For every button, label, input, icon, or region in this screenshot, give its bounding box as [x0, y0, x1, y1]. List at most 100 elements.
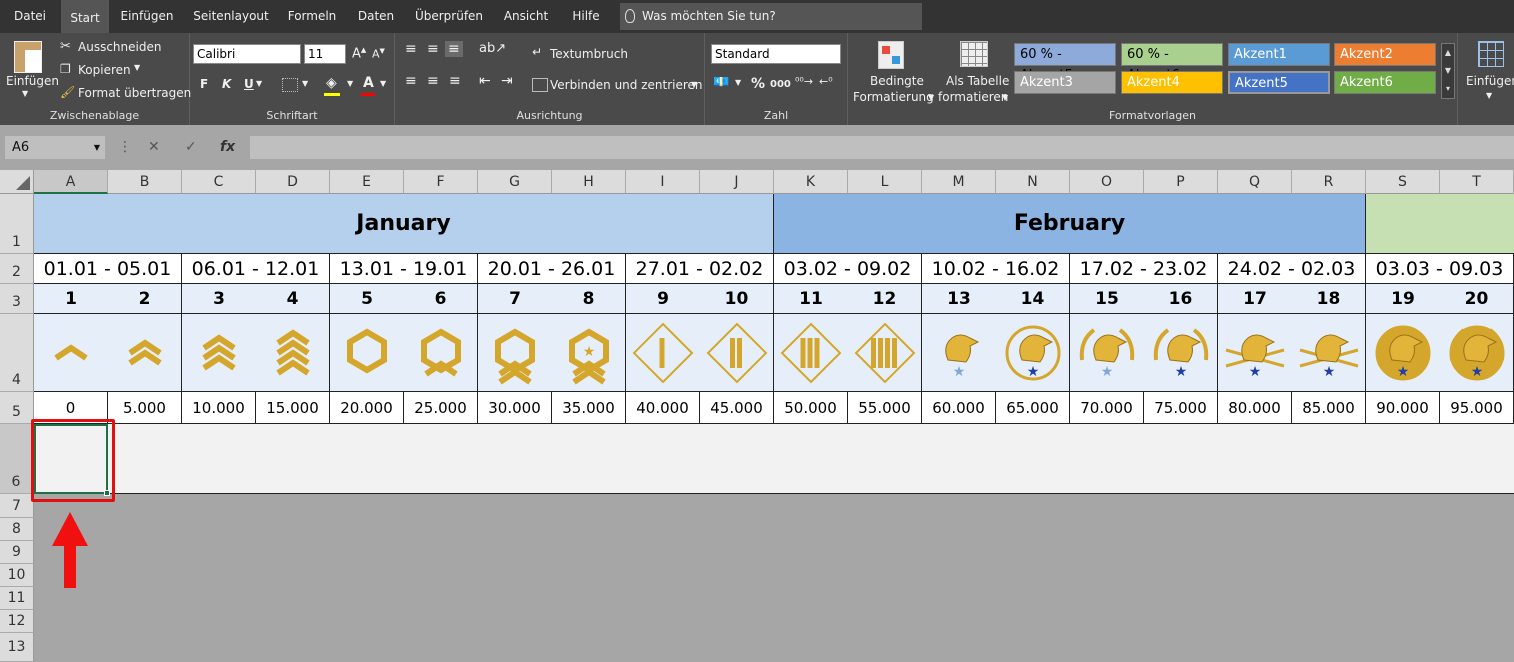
row-header-8[interactable]: 8	[0, 518, 34, 541]
align-right-icon[interactable]: ≡	[449, 73, 461, 89]
orientation-icon[interactable]: ab↗	[479, 41, 506, 56]
insert-cells-button[interactable]: Einfügen	[1466, 74, 1514, 88]
row-header-7[interactable]: 7	[0, 494, 34, 518]
date-range-cell[interactable]: 27.01 - 02.02	[626, 254, 774, 284]
align-top-icon[interactable]: ≡	[405, 41, 417, 57]
rank-number-cell[interactable]: 1	[34, 284, 108, 314]
currency-dropdown-icon[interactable]: ▼	[735, 78, 741, 87]
date-range-cell[interactable]: 03.03 - 09.03	[1366, 254, 1514, 284]
style-60-akzent5[interactable]: 60 % - Akzent5	[1014, 43, 1116, 83]
rank-badge-cell[interactable]: ★	[922, 314, 996, 392]
date-range-cell[interactable]: 03.02 - 09.02	[774, 254, 922, 284]
value-cell[interactable]: 75.000	[1144, 392, 1218, 424]
column-header-e[interactable]: E	[330, 170, 404, 194]
value-cell[interactable]: 40.000	[626, 392, 700, 424]
tab-seitenlayout[interactable]: Seitenlayout	[184, 0, 278, 33]
style-akzent3[interactable]: Akzent3	[1014, 71, 1116, 94]
value-cell[interactable]: 35.000	[552, 392, 626, 424]
row-header-11[interactable]: 11	[0, 587, 34, 610]
date-range-cell[interactable]: 10.02 - 16.02	[922, 254, 1070, 284]
rank-badge-cell[interactable]	[256, 314, 330, 392]
name-box[interactable]: A6 ▼	[5, 136, 105, 159]
month-header-january[interactable]: January	[34, 194, 774, 254]
row-header-9[interactable]: 9	[0, 541, 34, 564]
style-60-akzent6[interactable]: 60 % - Akzent6	[1121, 43, 1223, 83]
rank-badge-cell[interactable]	[774, 314, 848, 392]
conditional-format-icon[interactable]	[878, 41, 904, 69]
format-as-table-icon[interactable]	[960, 41, 988, 67]
insert-dropdown-icon[interactable]: ▼	[1486, 91, 1492, 100]
row-header-1[interactable]: 1	[0, 194, 34, 254]
style-akzent4[interactable]: Akzent4	[1121, 71, 1223, 94]
value-cell[interactable]: 10.000	[182, 392, 256, 424]
format-as-table-line2[interactable]: formatieren	[938, 90, 1008, 104]
copy-icon[interactable]: ❐	[60, 62, 71, 76]
format-as-table-line1[interactable]: Als Tabelle	[946, 74, 1009, 88]
format-painter-icon[interactable]: 🖌	[60, 85, 75, 99]
format-table-dropdown-icon[interactable]: ▼	[1002, 93, 1008, 102]
value-cell[interactable]: 55.000	[848, 392, 922, 424]
rank-badge-cell[interactable]: ★	[1144, 314, 1218, 392]
column-header-q[interactable]: Q	[1218, 170, 1292, 194]
tab-formeln[interactable]: Formeln	[280, 0, 344, 33]
font-name-select[interactable]: Calibri	[193, 44, 301, 64]
insert-cells-icon[interactable]	[1478, 41, 1504, 67]
chevron-up-icon[interactable]: ▲	[1442, 44, 1454, 62]
rank-badge-cell[interactable]	[330, 314, 404, 392]
tab-einfuegen[interactable]: Einfügen	[112, 0, 182, 33]
rank-badge-cell[interactable]	[182, 314, 256, 392]
rank-number-cell[interactable]: 2	[108, 284, 182, 314]
rank-number-cell[interactable]: 15	[1070, 284, 1144, 314]
column-header-d[interactable]: D	[256, 170, 330, 194]
chevron-down-icon[interactable]: ▼	[1442, 62, 1454, 80]
conditional-format-line1[interactable]: Bedingte	[870, 74, 924, 88]
merge-center-button[interactable]: Verbinden und zentrieren	[550, 78, 703, 92]
copy-dropdown-icon[interactable]: ▼	[134, 63, 140, 72]
tab-ansicht[interactable]: Ansicht	[492, 0, 560, 33]
align-bottom-icon[interactable]: ≡	[445, 41, 463, 57]
wrap-text-button[interactable]: Textumbruch	[550, 47, 628, 61]
rank-number-cell[interactable]: 11	[774, 284, 848, 314]
tab-hilfe[interactable]: Hilfe	[562, 0, 610, 33]
value-cell[interactable]: 50.000	[774, 392, 848, 424]
month-header-february[interactable]: February	[774, 194, 1366, 254]
column-header-r[interactable]: R	[1292, 170, 1366, 194]
style-akzent6[interactable]: Akzent6	[1334, 71, 1436, 94]
value-cell[interactable]: 60.000	[922, 392, 996, 424]
percent-button[interactable]: %	[751, 76, 765, 92]
paste-icon[interactable]	[14, 41, 42, 73]
scissors-icon[interactable]: ✂	[60, 39, 71, 54]
rank-number-cell[interactable]: 17	[1218, 284, 1292, 314]
rank-badge-cell[interactable]	[34, 314, 108, 392]
value-cell[interactable]: 70.000	[1070, 392, 1144, 424]
cut-button[interactable]: Ausschneiden	[78, 40, 161, 54]
wrap-text-icon[interactable]: ↵	[532, 45, 542, 59]
thousands-button[interactable]: 000	[770, 79, 791, 90]
row-header-2[interactable]: 2	[0, 254, 34, 284]
value-cell[interactable]: 15.000	[256, 392, 330, 424]
tell-me-search[interactable]: Was möchten Sie tun?	[620, 3, 922, 30]
value-cell[interactable]: 25.000	[404, 392, 478, 424]
underline-button[interactable]: U	[244, 77, 254, 91]
currency-icon[interactable]: 💶	[713, 75, 729, 90]
font-color-icon[interactable]: A	[363, 75, 374, 91]
row-header-4[interactable]: 4	[0, 314, 34, 392]
value-cell[interactable]: 80.000	[1218, 392, 1292, 424]
column-header-c[interactable]: C	[182, 170, 256, 194]
row-header-5[interactable]: 5	[0, 392, 34, 424]
rank-number-cell[interactable]: 8	[552, 284, 626, 314]
more-options-icon[interactable]: ⋮	[118, 136, 132, 159]
value-cell[interactable]: 65.000	[996, 392, 1070, 424]
date-range-cell[interactable]: 06.01 - 12.01	[182, 254, 330, 284]
value-cell[interactable]: 85.000	[1292, 392, 1366, 424]
rank-badge-cell[interactable]: ★	[1440, 314, 1514, 392]
row-header-6[interactable]: 6	[0, 424, 34, 494]
rank-number-cell[interactable]: 19	[1366, 284, 1440, 314]
rank-number-cell[interactable]: 5	[330, 284, 404, 314]
name-box-dropdown-icon[interactable]: ▼	[94, 136, 100, 159]
styles-scroll[interactable]: ▲ ▼ ▾	[1441, 43, 1455, 99]
rank-number-cell[interactable]: 4	[256, 284, 330, 314]
conditional-dropdown-icon[interactable]: ▼	[928, 93, 934, 102]
column-header-j[interactable]: J	[700, 170, 774, 194]
tab-datei[interactable]: Datei	[0, 0, 60, 33]
